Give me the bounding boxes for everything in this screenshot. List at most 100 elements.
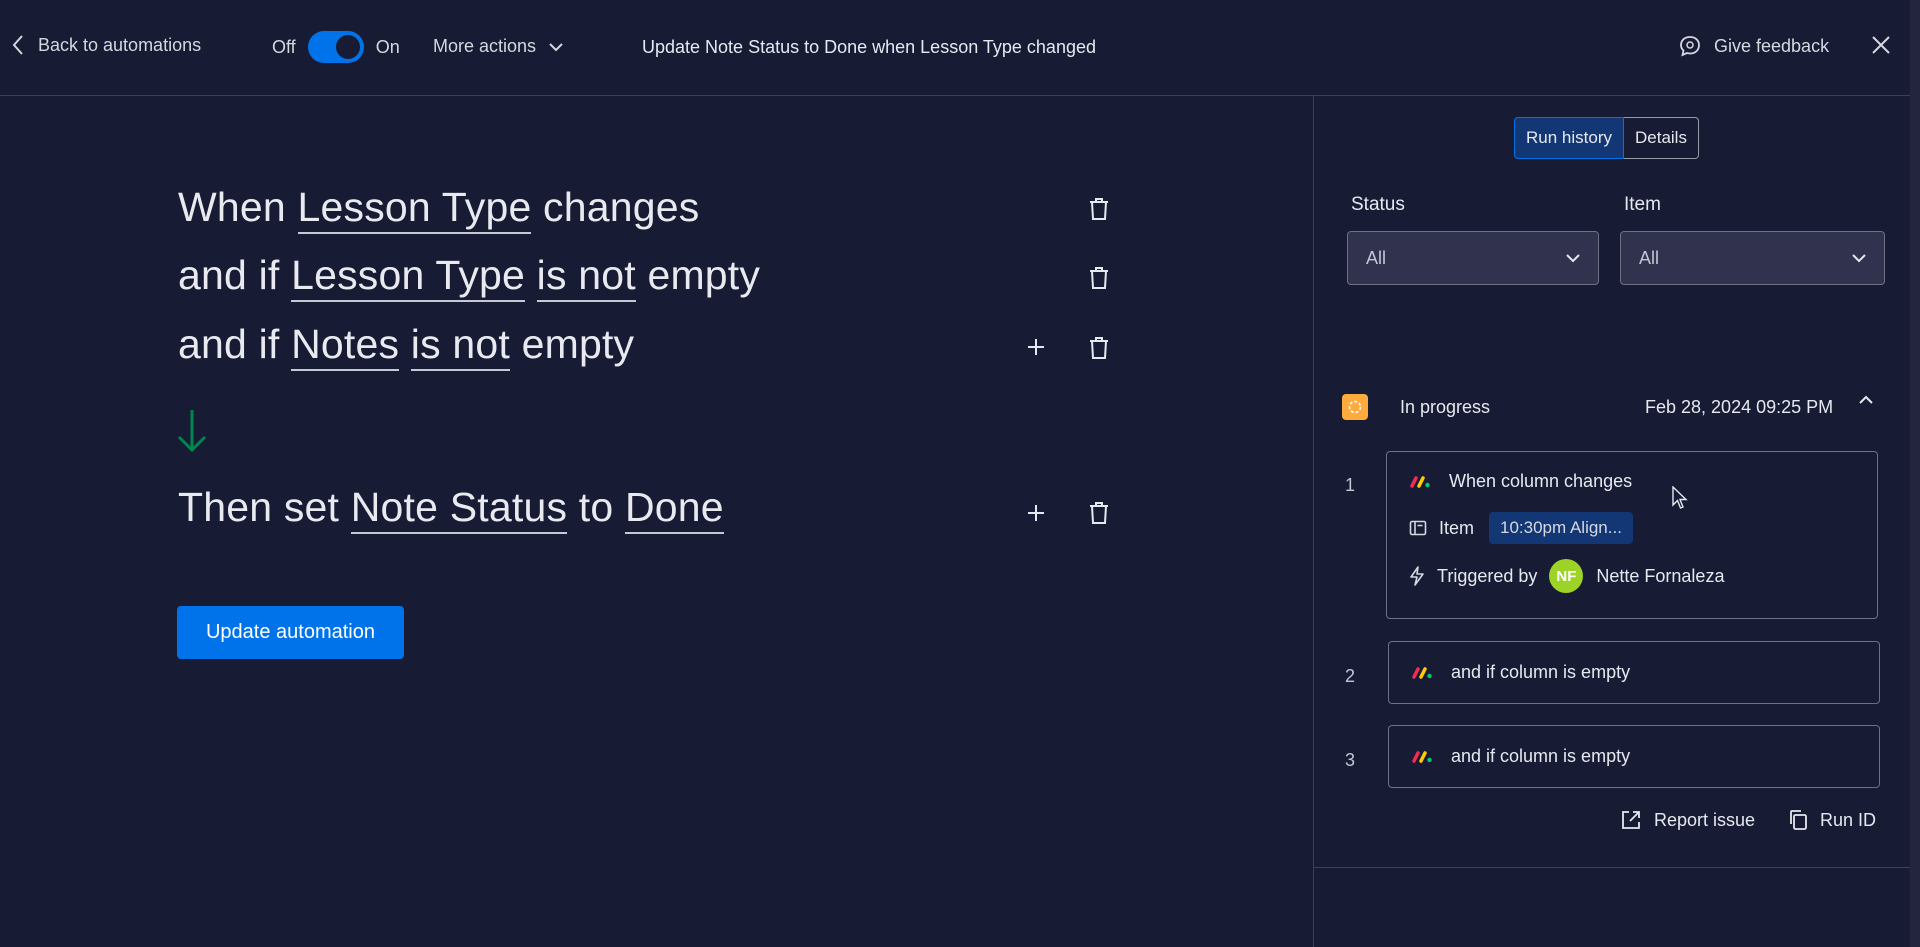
- run-status: In progress: [1400, 396, 1491, 417]
- tab-run-history[interactable]: Run history: [1514, 117, 1624, 159]
- top-bar: Back to automations Off On More actions …: [0, 0, 1910, 96]
- item-filter-select[interactable]: All: [1620, 231, 1885, 285]
- step-number: 2: [1345, 666, 1356, 686]
- feedback-icon: [1680, 36, 1700, 57]
- sentence-word: and if: [178, 252, 280, 298]
- more-actions-label: More actions: [433, 36, 537, 56]
- trash-icon: [1090, 502, 1108, 524]
- run-header[interactable]: In progress Feb 28, 2024 09:25 PM: [1342, 387, 1882, 427]
- run-history-panel: Run history Details Status All Item All …: [1313, 96, 1911, 947]
- step-title-row: and if column is empty: [1411, 746, 1630, 767]
- run-step-card[interactable]: and if column is empty: [1388, 641, 1880, 704]
- toggle-on-label: On: [375, 36, 400, 57]
- run-timestamp: Feb 28, 2024 09:25 PM: [1645, 396, 1834, 417]
- sentence-word: Then set: [178, 484, 340, 530]
- external-link-icon: [1622, 811, 1640, 829]
- status-filter-select[interactable]: All: [1347, 231, 1599, 285]
- copy-icon: [1790, 810, 1807, 830]
- trash-icon: [1090, 267, 1108, 289]
- step-title: When column changes: [1449, 471, 1633, 491]
- monday-logo-icon: [1410, 475, 1430, 488]
- step-number: 1: [1345, 475, 1356, 495]
- lightning-icon: [1410, 566, 1424, 586]
- in-progress-status-icon: [1342, 394, 1368, 420]
- condition-operator-selector[interactable]: is not: [410, 321, 510, 371]
- sentence-word: and if: [178, 321, 280, 367]
- item-icon: [1409, 520, 1427, 536]
- action-value-selector[interactable]: Done: [624, 484, 724, 534]
- action-column-selector[interactable]: Note Status: [350, 484, 568, 534]
- status-filter-label: Status: [1351, 194, 1405, 215]
- step-item-label: Item: [1439, 517, 1475, 538]
- chevron-up-icon[interactable]: [1858, 395, 1874, 405]
- run-step-card[interactable]: and if column is empty: [1388, 725, 1880, 788]
- triggered-by-label: Triggered by: [1437, 565, 1538, 586]
- report-issue-button[interactable]: Report issue: [1620, 809, 1755, 831]
- status-filter-value: All: [1366, 247, 1387, 268]
- toggle-knob: [335, 35, 360, 59]
- delete-action-button[interactable]: [1088, 501, 1110, 530]
- action-sentence: Then set Note Status to Done: [178, 484, 724, 534]
- sentence-word: empty: [647, 252, 761, 298]
- flow-arrow-icon: [176, 408, 208, 459]
- run-id-label: Run ID: [1820, 809, 1877, 830]
- step-title: and if column is empty: [1451, 662, 1631, 682]
- delete-trigger-button[interactable]: [1088, 197, 1110, 226]
- condition-column-selector[interactable]: Notes: [291, 321, 400, 371]
- chevron-down-icon: [549, 42, 563, 51]
- give-feedback-button[interactable]: Give feedback: [1678, 34, 1829, 58]
- item-filter-label: Item: [1624, 194, 1661, 215]
- automation-toggle-group: Off On: [272, 31, 400, 63]
- delete-condition-button[interactable]: [1088, 336, 1110, 365]
- monday-logo-icon: [1412, 666, 1432, 679]
- sentence-word: empty: [521, 321, 635, 367]
- automation-title: Update Note Status to Done when Lesson T…: [642, 37, 1096, 57]
- condition-sentence-2: and if Notes is not empty: [178, 321, 635, 371]
- trash-icon: [1090, 337, 1108, 359]
- run-step-card[interactable]: When column changes Item 10:30pm Align..…: [1386, 451, 1878, 619]
- step-triggered-row: Triggered by NF Nette Fornaleza: [1409, 559, 1724, 593]
- toggle-off-label: Off: [272, 36, 296, 57]
- trigger-sentence: When Lesson Type changes: [178, 184, 700, 234]
- trash-icon: [1090, 198, 1108, 220]
- window-edge: [1910, 0, 1920, 947]
- add-condition-button[interactable]: [1026, 337, 1046, 362]
- panel-divider: [1314, 867, 1911, 868]
- update-automation-button[interactable]: Update automation: [177, 606, 404, 659]
- sentence-word: When: [178, 184, 286, 230]
- back-to-automations-link[interactable]: Back to automations: [12, 34, 201, 56]
- item-chip[interactable]: 10:30pm Align...: [1489, 512, 1633, 544]
- chevron-down-icon: [1566, 253, 1580, 262]
- chevron-down-icon: [1852, 253, 1866, 262]
- step-title-row: and if column is empty: [1411, 662, 1630, 683]
- item-filter-value: All: [1639, 247, 1660, 268]
- close-icon: [1872, 36, 1890, 54]
- report-issue-label: Report issue: [1654, 809, 1756, 830]
- run-id-button[interactable]: Run ID: [1788, 809, 1876, 831]
- automation-toggle[interactable]: [307, 31, 364, 63]
- more-actions-dropdown[interactable]: More actions: [433, 36, 564, 57]
- condition-sentence-1: and if Lesson Type is not empty: [178, 252, 761, 302]
- step-title-row: When column changes: [1409, 471, 1632, 492]
- step-title: and if column is empty: [1451, 746, 1631, 766]
- feedback-label: Give feedback: [1714, 35, 1830, 56]
- plus-icon: [1028, 339, 1044, 355]
- condition-operator-selector[interactable]: is not: [536, 252, 636, 302]
- back-label: Back to automations: [38, 34, 202, 55]
- delete-condition-button[interactable]: [1088, 266, 1110, 295]
- tab-details[interactable]: Details: [1623, 117, 1699, 159]
- trigger-column-selector[interactable]: Lesson Type: [297, 184, 532, 234]
- mouse-cursor-icon: [1672, 485, 1688, 515]
- chevron-left-icon: [12, 35, 23, 55]
- monday-logo-icon: [1412, 750, 1432, 763]
- panel-tabs: Run history Details: [1514, 117, 1699, 159]
- step-number: 3: [1345, 750, 1356, 770]
- plus-icon: [1028, 505, 1044, 521]
- sentence-word: to: [578, 484, 614, 530]
- sentence-word: changes: [543, 184, 700, 230]
- avatar: NF: [1549, 559, 1584, 593]
- add-action-button[interactable]: [1026, 503, 1046, 528]
- user-name: Nette Fornaleza: [1596, 565, 1725, 586]
- close-button[interactable]: [1870, 34, 1892, 61]
- condition-column-selector[interactable]: Lesson Type: [291, 252, 526, 302]
